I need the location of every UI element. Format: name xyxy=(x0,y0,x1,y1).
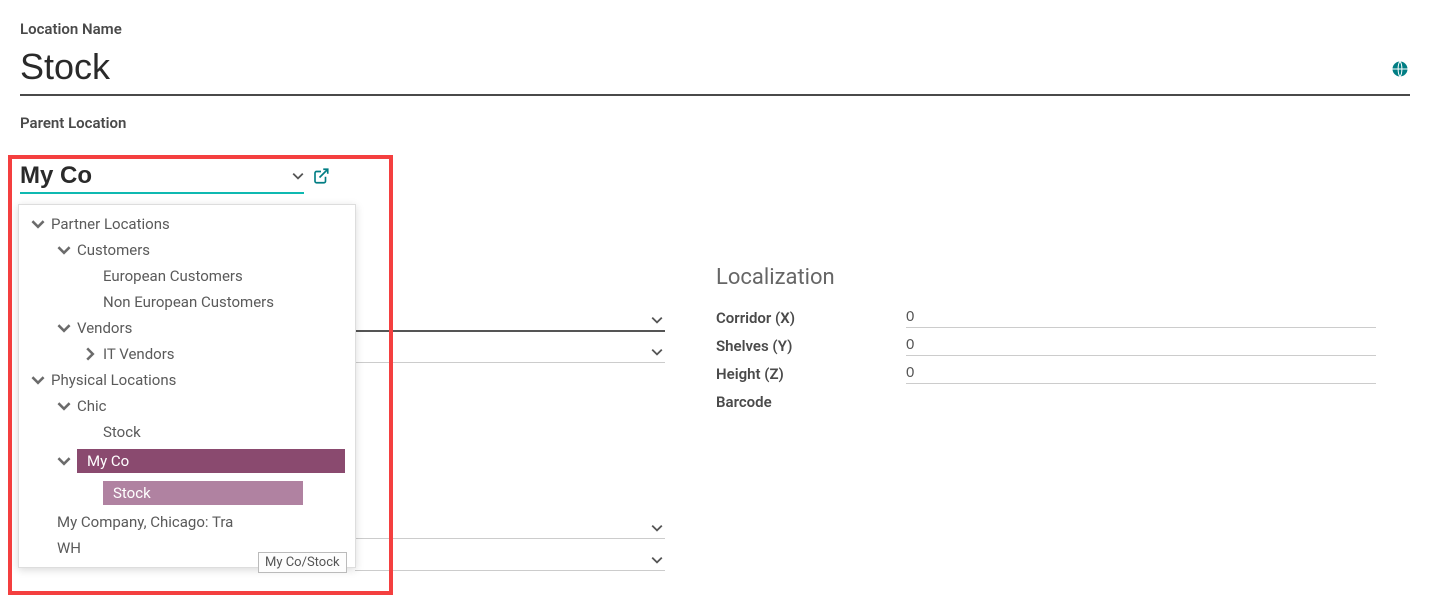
dropdown-item-label: Partner Locations xyxy=(51,215,345,233)
hidden-select-3[interactable] xyxy=(355,518,665,539)
height-input[interactable] xyxy=(906,364,1376,384)
dropdown-item[interactable]: European Customers xyxy=(19,263,355,289)
location-name-row xyxy=(20,46,1410,96)
dropdown-item[interactable]: Physical Locations xyxy=(19,367,355,393)
dropdown-item-label: Customers xyxy=(77,241,345,259)
height-label: Height (Z) xyxy=(716,365,906,383)
parent-input-row xyxy=(20,162,330,194)
hidden-select-2[interactable] xyxy=(355,342,665,363)
hidden-select-4[interactable] xyxy=(355,550,665,571)
dropdown-item[interactable]: My Co xyxy=(19,445,355,477)
localization-heading: Localization xyxy=(716,265,1376,290)
parent-location-label: Parent Location xyxy=(20,114,1410,132)
dropdown-item-label: European Customers xyxy=(103,267,345,285)
dropdown-item-label: Vendors xyxy=(77,319,345,337)
dropdown-item-label: My Company, Chicago: Tra xyxy=(57,513,345,531)
dropdown-item-label: Stock xyxy=(103,481,303,505)
dropdown-item-label: Chic xyxy=(77,397,345,415)
globe-icon[interactable] xyxy=(1390,59,1410,83)
dropdown-item[interactable]: Stock xyxy=(19,477,355,509)
dropdown-item[interactable]: IT Vendors xyxy=(19,341,355,367)
dropdown-item[interactable]: My Company, Chicago: Tra xyxy=(19,509,355,535)
location-name-input[interactable] xyxy=(20,46,1390,88)
corridor-input[interactable] xyxy=(906,308,1376,328)
tooltip: My Co/Stock xyxy=(258,552,347,573)
barcode-input[interactable] xyxy=(906,392,1376,411)
dropdown-item-label: Stock xyxy=(103,423,345,441)
location-name-label: Location Name xyxy=(20,20,1410,38)
external-link-icon[interactable] xyxy=(312,167,330,189)
shelves-label: Shelves (Y) xyxy=(716,337,906,355)
caret-down-icon[interactable] xyxy=(292,167,304,186)
localization-section: Localization Corridor (X) Shelves (Y) He… xyxy=(716,265,1376,419)
dropdown-item-label: My Co xyxy=(77,449,345,473)
dropdown-item[interactable]: Customers xyxy=(19,237,355,263)
hidden-select-1[interactable] xyxy=(355,310,665,332)
dropdown-item[interactable]: Non European Customers xyxy=(19,289,355,315)
corridor-label: Corridor (X) xyxy=(716,309,906,327)
dropdown-item-label: Physical Locations xyxy=(51,371,345,389)
parent-location-dropdown[interactable]: Partner Locations Customers European Custo… xyxy=(18,204,356,568)
dropdown-item[interactable]: Chic xyxy=(19,393,355,419)
parent-location-input[interactable] xyxy=(20,162,292,190)
dropdown-item[interactable]: Partner Locations xyxy=(19,211,355,237)
parent-input-wrap[interactable] xyxy=(20,162,304,194)
dropdown-item[interactable]: Stock xyxy=(19,419,355,445)
dropdown-item[interactable]: Vendors xyxy=(19,315,355,341)
shelves-input[interactable] xyxy=(906,336,1376,356)
dropdown-item-label: Non European Customers xyxy=(103,293,345,311)
dropdown-item-label: IT Vendors xyxy=(103,345,345,363)
barcode-label: Barcode xyxy=(716,393,906,411)
